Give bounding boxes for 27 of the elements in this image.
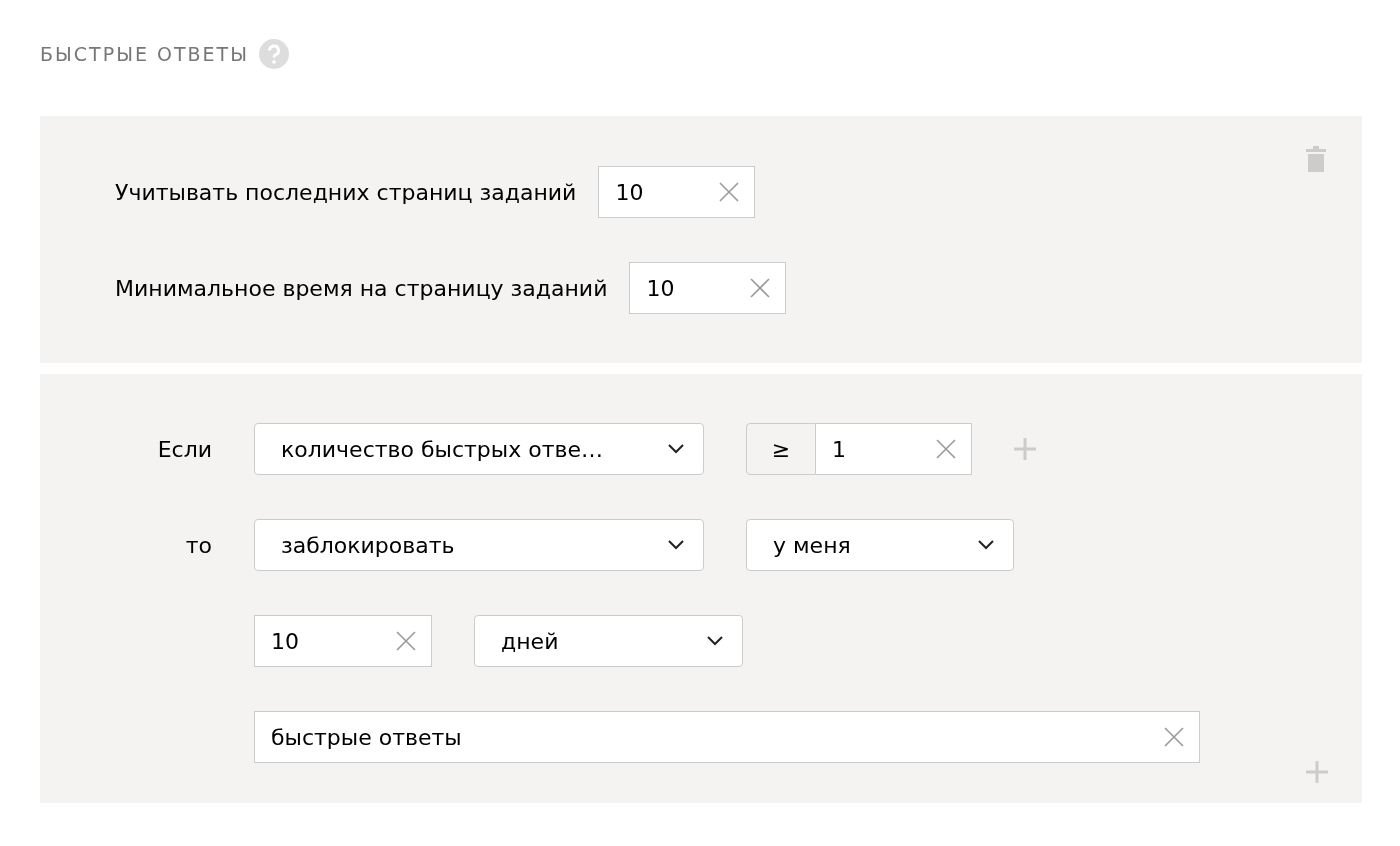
reason-field[interactable]: быстрые ответы	[254, 711, 1200, 763]
setting-label: Минимальное время на страницу заданий	[115, 275, 608, 301]
clear-icon[interactable]	[718, 181, 741, 203]
unit-dropdown[interactable]: дней	[474, 615, 743, 667]
action-dropdown[interactable]: заблокировать	[254, 519, 704, 571]
chevron-down-icon	[667, 540, 685, 550]
then-label: то	[184, 532, 212, 558]
chevron-down-icon	[706, 636, 724, 646]
number-field[interactable]: 10	[598, 166, 756, 218]
chevron-down-icon	[667, 444, 685, 454]
plus-icon[interactable]	[1014, 438, 1036, 460]
if-label: Если	[156, 436, 212, 462]
threshold-field[interactable]: 1	[816, 423, 972, 475]
scope-dropdown[interactable]: у меня	[746, 519, 1014, 571]
number-field[interactable]: 10	[629, 262, 787, 314]
metric-dropdown[interactable]: количество быстрых отве…	[254, 423, 704, 475]
clear-icon[interactable]	[395, 630, 417, 652]
duration-field[interactable]: 10	[254, 615, 432, 667]
plus-icon[interactable]	[1306, 761, 1328, 783]
setting-label: Учитывать последних страниц заданий	[115, 179, 577, 205]
clear-icon[interactable]	[935, 438, 957, 460]
section-title: БЫСТРЫЕ ОТВЕТЫ	[40, 43, 249, 65]
operator-dropdown[interactable]: ≥	[746, 423, 816, 475]
clear-icon[interactable]	[1163, 726, 1185, 748]
clear-icon[interactable]	[749, 277, 772, 299]
chevron-down-icon	[977, 540, 995, 550]
trash-icon[interactable]	[1306, 146, 1326, 172]
